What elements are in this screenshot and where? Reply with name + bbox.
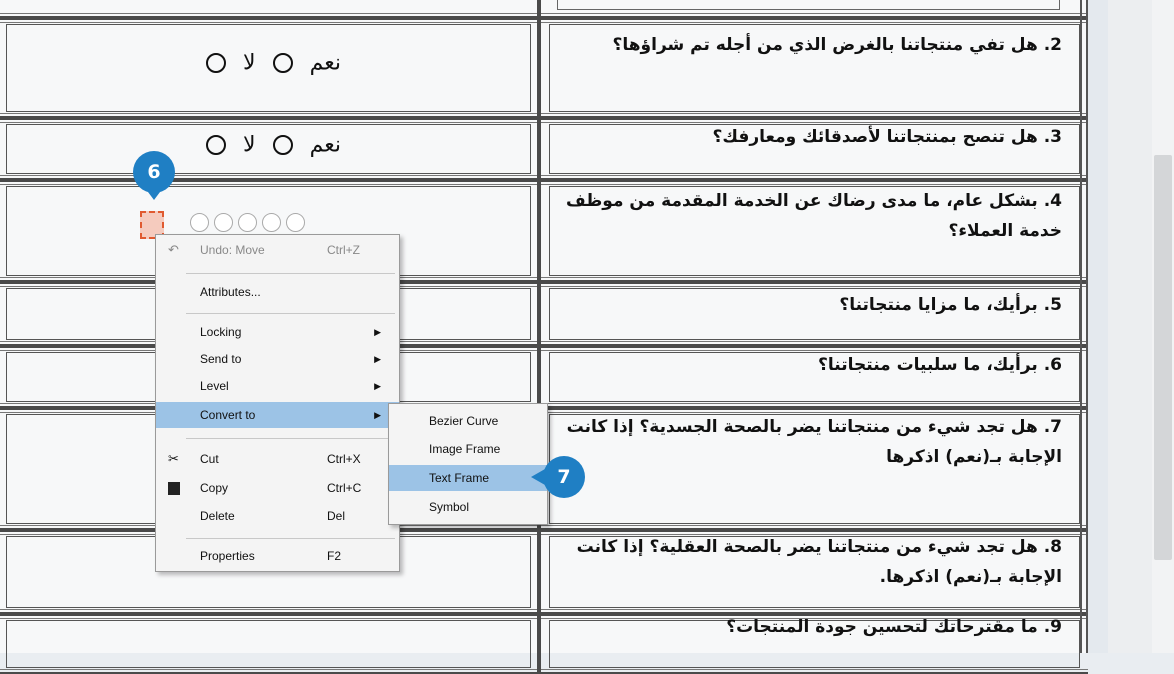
menu-item-copy[interactable]: Copy Ctrl+C	[156, 475, 399, 501]
question-text: 8. هل تجد شيء من منتجاتنا يضر بالصحة الع…	[576, 537, 1062, 587]
chevron-right-icon: ▶	[374, 410, 381, 420]
rating-radio[interactable]	[214, 213, 233, 232]
no-label: لا	[243, 132, 256, 158]
scrollbar-thumb[interactable]	[1154, 155, 1172, 560]
question-text: 2. هل تفي منتجاتنا بالغرض الذي من أجله ت…	[612, 35, 1062, 55]
rating-radio[interactable]	[238, 213, 257, 232]
table-row	[0, 0, 1088, 18]
step-7-badge: 7	[543, 456, 585, 498]
question-text: 4. بشكل عام، ما مدى رضاك عن الخدمة المقد…	[566, 191, 1062, 241]
question-text: 9. ما مقترحاتك لتحسين جودة المنتجات؟	[726, 617, 1062, 637]
rating-radio[interactable]	[190, 213, 209, 232]
step-6-pointer	[145, 188, 163, 200]
menu-item-level[interactable]: Level ▶	[156, 373, 399, 399]
submenu-item-symbol[interactable]: Symbol	[389, 494, 547, 520]
yes-label: نعم	[309, 50, 341, 76]
copy-icon	[168, 482, 180, 495]
menu-item-properties[interactable]: Properties F2	[156, 543, 399, 569]
context-menu: ↶ Undo: Move Ctrl+Z Attributes... Lockin…	[155, 234, 400, 572]
chevron-right-icon: ▶	[374, 354, 381, 364]
rating-radio[interactable]	[262, 213, 281, 232]
yes-radio[interactable]	[272, 135, 293, 155]
question-text: 3. هل تنصح بمنتجاتنا لأصدقائك ومعارفك؟	[712, 127, 1063, 147]
menu-item-cut[interactable]: ✂ Cut Ctrl+X	[156, 446, 399, 472]
chevron-right-icon: ▶	[374, 381, 381, 391]
yes-no-options: نعم لا	[0, 132, 537, 158]
question-text: 5. برأيك، ما مزايا منتجاتنا؟	[839, 295, 1062, 315]
convert-to-submenu: Bezier Curve Image Frame Text Frame Symb…	[388, 403, 548, 525]
submenu-item-text-frame[interactable]: Text Frame	[389, 465, 547, 491]
submenu-item-bezier-curve[interactable]: Bezier Curve	[389, 408, 547, 434]
question-text: 6. برأيك، ما سلبيات منتجاتنا؟	[818, 355, 1062, 375]
submenu-item-image-frame[interactable]: Image Frame	[389, 436, 547, 462]
no-radio[interactable]	[206, 135, 227, 155]
table-row: 2. هل تفي منتجاتنا بالغرض الذي من أجله ت…	[0, 18, 1088, 118]
rating-options	[190, 213, 310, 236]
rating-radio[interactable]	[286, 213, 305, 232]
no-radio[interactable]	[206, 53, 227, 73]
yes-no-options: نعم لا	[0, 50, 537, 76]
menu-item-locking[interactable]: Locking ▶	[156, 319, 399, 345]
question-text: 7. هل تجد شيء من منتجاتنا يضر بالصحة الج…	[566, 417, 1062, 467]
step-7-pointer	[531, 469, 545, 485]
step-6-badge: 6	[133, 151, 175, 193]
scissors-icon: ✂	[168, 451, 179, 466]
yes-radio[interactable]	[272, 53, 293, 73]
menu-item-convert-to[interactable]: Convert to ▶	[156, 402, 399, 428]
menu-item-delete[interactable]: Delete Del	[156, 503, 399, 529]
menu-item-undo[interactable]: ↶ Undo: Move Ctrl+Z	[156, 237, 399, 263]
yes-label: نعم	[309, 132, 341, 158]
menu-item-attributes[interactable]: Attributes...	[156, 279, 399, 305]
no-label: لا	[243, 50, 256, 76]
undo-icon: ↶	[168, 242, 179, 257]
table-row: 9. ما مقترحاتك لتحسين جودة المنتجات؟	[0, 614, 1088, 674]
chevron-right-icon: ▶	[374, 327, 381, 337]
menu-item-send-to[interactable]: Send to ▶	[156, 346, 399, 372]
